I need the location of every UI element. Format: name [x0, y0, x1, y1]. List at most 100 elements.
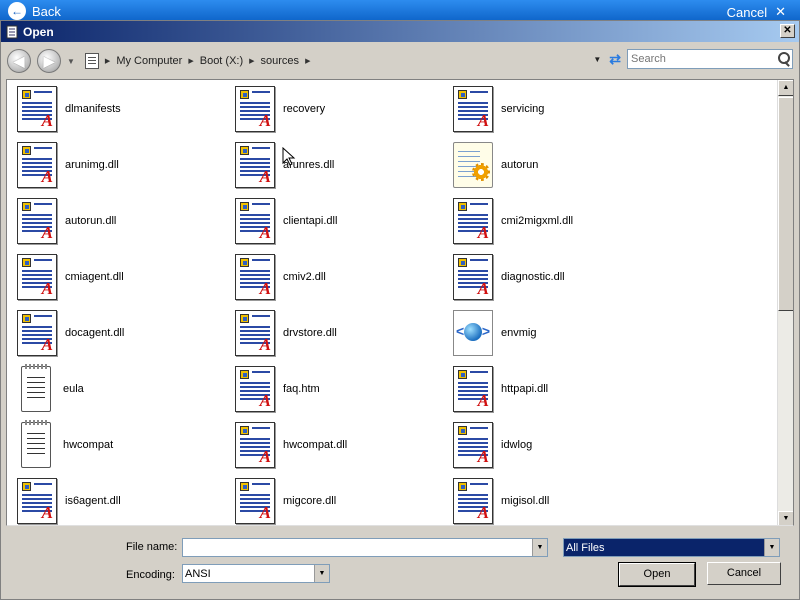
file-name: hwcompat.dll [283, 439, 348, 451]
search-box[interactable] [627, 49, 793, 69]
file-name: idwlog [501, 439, 533, 451]
breadcrumb-my-computer[interactable]: My Computer [116, 55, 182, 67]
file-item[interactable]: Amigcore.dll [225, 476, 435, 525]
file-name: is6agent.dll [65, 495, 121, 507]
background-cancel-button[interactable]: Cancel ✕ [727, 4, 786, 20]
text-file-icon [21, 420, 51, 468]
vertical-scrollbar[interactable]: ▲ ▼ [777, 80, 793, 525]
dll-file-icon: A [17, 254, 57, 300]
file-item[interactable]: Aidwlog [443, 420, 653, 470]
filename-input[interactable] [183, 539, 532, 556]
file-item[interactable]: Adrvstore.dll [225, 308, 435, 358]
notepad-icon [6, 25, 18, 38]
filename-combo[interactable]: ▼ [182, 538, 548, 557]
breadcrumb-separator-icon[interactable]: ▶ [305, 57, 310, 65]
dll-file-icon: A [17, 86, 57, 132]
dll-file-icon: A [235, 254, 275, 300]
file-item[interactable]: Ais6agent.dll [7, 476, 217, 525]
file-item[interactable]: Adiagnostic.dll [443, 252, 653, 302]
history-dropdown-icon[interactable]: ▼ [67, 57, 75, 66]
breadcrumb-separator-icon[interactable]: ▶ [188, 57, 193, 65]
dll-file-icon: A [453, 478, 493, 524]
file-name: diagnostic.dll [501, 271, 565, 283]
file-name: clientapi.dll [283, 215, 338, 227]
file-name: httpapi.dll [501, 383, 549, 395]
dll-file-icon: A [235, 478, 275, 524]
filetype-select[interactable]: All Files ▼ [563, 538, 780, 557]
dll-file-icon: A [453, 86, 493, 132]
file-item[interactable]: Ahwcompat.dll [225, 420, 435, 470]
breadcrumb-sources[interactable]: sources [261, 55, 300, 67]
encoding-value: ANSI [185, 567, 211, 580]
breadcrumb-separator-icon[interactable]: ▶ [105, 57, 110, 65]
file-item[interactable]: Acmi2migxml.dll [443, 196, 653, 246]
file-item[interactable]: Arecovery [225, 84, 435, 134]
dialog-title: Open [23, 24, 54, 39]
filetype-dropdown-icon[interactable]: ▼ [764, 539, 779, 556]
forward-button[interactable]: ▶ [37, 49, 61, 73]
dll-file-icon: A [235, 366, 275, 412]
search-icon[interactable] [776, 51, 792, 67]
autorun-icon [453, 142, 493, 188]
address-dropdown-icon[interactable]: ▼ [593, 55, 601, 64]
breadcrumb: ▶ My Computer ▶ Boot (X:) ▶ sources ▶ [99, 55, 317, 67]
refresh-icon[interactable]: ⇄ [609, 51, 621, 68]
breadcrumb-separator-icon[interactable]: ▶ [249, 57, 254, 65]
background-back-button[interactable]: ← Back [8, 2, 61, 20]
dll-file-icon: A [235, 142, 275, 188]
encoding-dropdown-icon[interactable]: ▼ [314, 565, 329, 582]
file-item[interactable]: Amigisol.dll [443, 476, 653, 525]
dll-file-icon: A [17, 198, 57, 244]
file-item[interactable]: Aarunimg.dll [7, 140, 217, 190]
file-item[interactable]: eula [7, 364, 217, 414]
scroll-up-button[interactable]: ▲ [778, 80, 793, 96]
file-name: arunimg.dll [65, 159, 119, 171]
dll-file-icon: A [235, 86, 275, 132]
file-item[interactable]: Afaq.htm [225, 364, 435, 414]
dll-file-icon: A [17, 478, 57, 524]
dialog-close-button[interactable]: ✕ [780, 24, 795, 38]
dll-file-icon: A [453, 366, 493, 412]
file-list: Adlmanifests Arecovery Aservicing Aarunimg.… [7, 80, 779, 525]
file-name: docagent.dll [65, 327, 125, 339]
file-item[interactable]: < > envmig [443, 308, 653, 358]
search-input[interactable] [631, 53, 776, 65]
scrollbar-thumb[interactable] [778, 97, 793, 311]
file-name: hwcompat [63, 439, 114, 451]
file-item[interactable]: Ahttpapi.dll [443, 364, 653, 414]
file-item[interactable]: Adocagent.dll [7, 308, 217, 358]
close-x-icon: ✕ [775, 4, 786, 19]
text-file-icon [21, 364, 51, 412]
file-item[interactable]: autorun [443, 140, 653, 190]
file-item[interactable]: Aclientapi.dll [225, 196, 435, 246]
file-name: eula [63, 383, 84, 395]
file-name: servicing [501, 103, 545, 115]
cancel-button[interactable]: Cancel [707, 562, 781, 585]
file-item[interactable]: Aautorun.dll [7, 196, 217, 246]
toolbar-right: ▼ ⇄ [593, 49, 793, 69]
file-name: cmiagent.dll [65, 271, 124, 283]
navigation-toolbar: ◀ ▶ ▼ ▶ My Computer ▶ Boot (X:) ▶ source… [1, 46, 799, 76]
file-item[interactable]: Adlmanifests [7, 84, 217, 134]
dll-file-icon: A [17, 142, 57, 188]
computer-icon [84, 53, 99, 69]
file-name: drvstore.dll [283, 327, 337, 339]
dll-file-icon: A [453, 198, 493, 244]
file-item[interactable]: Acmiagent.dll [7, 252, 217, 302]
background-back-label: Back [32, 3, 61, 19]
encoding-select[interactable]: ANSI ▼ [182, 564, 330, 583]
file-item[interactable]: Aarunres.dll [225, 140, 435, 190]
file-item[interactable]: Aservicing [443, 84, 653, 134]
file-item[interactable]: hwcompat [7, 420, 217, 470]
dialog-titlebar: Open ✕ [1, 21, 799, 42]
scroll-down-button[interactable]: ▼ [778, 511, 793, 525]
dll-file-icon: A [235, 198, 275, 244]
file-name: autorun [501, 159, 539, 171]
breadcrumb-boot-drive[interactable]: Boot (X:) [200, 55, 243, 67]
open-button[interactable]: Open [618, 562, 696, 587]
dll-file-icon: A [453, 254, 493, 300]
file-name: migisol.dll [501, 495, 550, 507]
file-item[interactable]: Acmiv2.dll [225, 252, 435, 302]
filename-dropdown-icon[interactable]: ▼ [532, 539, 547, 556]
back-button[interactable]: ◀ [7, 49, 31, 73]
